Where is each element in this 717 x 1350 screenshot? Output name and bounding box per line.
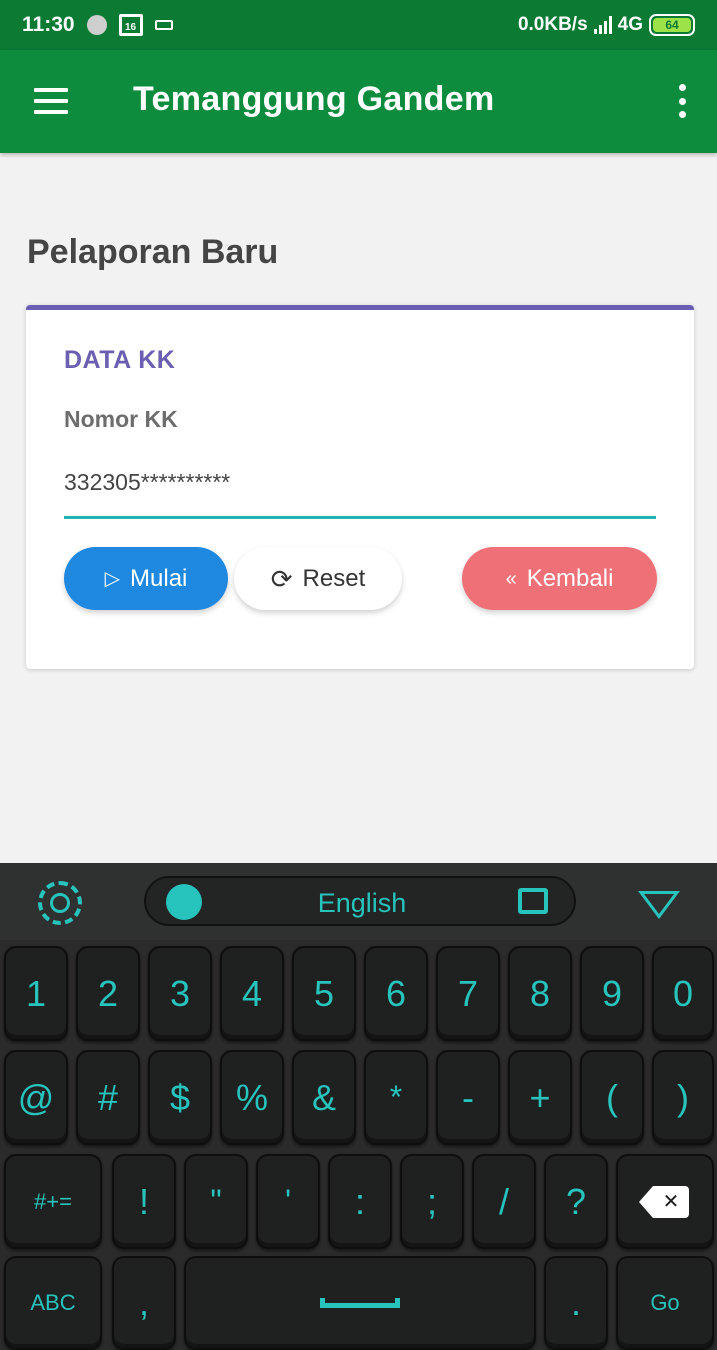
backspace-key[interactable] xyxy=(616,1154,714,1249)
key-3[interactable]: 3 xyxy=(148,946,212,1041)
rewind-icon: « xyxy=(505,567,517,590)
key-colon[interactable]: : xyxy=(328,1154,392,1249)
key-8[interactable]: 8 xyxy=(508,946,572,1041)
section-title: DATA KK xyxy=(64,346,176,374)
battery-level: 64 xyxy=(653,18,691,32)
nomor-kk-input[interactable]: 332305********** xyxy=(64,467,656,519)
home-notification-icon: 16 xyxy=(118,14,143,36)
hamburger-menu-icon[interactable] xyxy=(34,88,68,114)
data-kk-card: DATA KK Nomor KK 332305********** ▷ Mula… xyxy=(26,305,694,669)
signal-icon xyxy=(593,16,612,34)
key-comma[interactable]: , xyxy=(112,1256,176,1350)
page-title: Pelaporan Baru xyxy=(27,233,279,271)
key-close-paren[interactable]: ) xyxy=(652,1050,714,1145)
network-type: 4G xyxy=(617,14,643,35)
refresh-icon: ⟳ xyxy=(270,563,293,594)
go-key[interactable]: Go xyxy=(616,1256,714,1350)
key-plus[interactable]: + xyxy=(508,1050,572,1145)
app-bar: Temanggung Gandem xyxy=(0,50,717,153)
key-at[interactable]: @ xyxy=(4,1050,68,1145)
key-dollar[interactable]: $ xyxy=(148,1050,212,1145)
key-6[interactable]: 6 xyxy=(364,946,428,1041)
reset-button-label: Reset xyxy=(302,564,366,592)
space-key[interactable] xyxy=(184,1256,536,1350)
key-hash[interactable]: # xyxy=(76,1050,140,1145)
key-semicolon[interactable]: ; xyxy=(400,1154,464,1249)
status-right: 0.0KB/s 4G 64 xyxy=(518,14,695,36)
reset-button[interactable]: ⟳ Reset xyxy=(234,547,402,610)
more-options-icon[interactable] xyxy=(677,84,687,118)
back-button[interactable]: « Kembali xyxy=(462,547,657,610)
keyboard-language: English xyxy=(317,888,407,918)
key-percent[interactable]: % xyxy=(220,1050,284,1145)
key-0[interactable]: 0 xyxy=(652,946,714,1041)
app-title: Temanggung Gandem xyxy=(133,80,495,118)
status-left: 11:30 16 xyxy=(22,13,173,37)
space-icon xyxy=(320,1298,400,1308)
network-speed: 0.0KB/s xyxy=(517,14,588,35)
back-button-label: Kembali xyxy=(526,564,614,592)
backspace-icon xyxy=(639,1185,691,1218)
start-button[interactable]: ▷ Mulai xyxy=(64,547,228,610)
soft-keyboard: English 1 2 3 4 5 6 7 8 9 0 @ # $ % & * … xyxy=(0,863,717,1350)
key-4[interactable]: 4 xyxy=(220,946,284,1041)
battery-icon: 64 xyxy=(649,14,695,36)
key-1[interactable]: 1 xyxy=(4,946,68,1041)
start-button-label: Mulai xyxy=(130,564,188,592)
key-question[interactable]: ? xyxy=(544,1154,608,1249)
keyboard-settings-gear-icon[interactable] xyxy=(38,881,82,925)
play-icon: ▷ xyxy=(104,567,121,590)
key-minus[interactable]: - xyxy=(436,1050,500,1145)
nomor-kk-label: Nomor KK xyxy=(64,406,178,432)
key-ampersand[interactable]: & xyxy=(292,1050,356,1145)
status-time: 11:30 xyxy=(22,13,75,36)
key-abc[interactable]: ABC xyxy=(4,1256,102,1350)
language-bar[interactable]: English xyxy=(144,876,576,926)
key-slash[interactable]: / xyxy=(472,1154,536,1249)
key-double-quote[interactable]: " xyxy=(184,1154,248,1249)
key-single-quote[interactable]: ' xyxy=(256,1154,320,1249)
key-2[interactable]: 2 xyxy=(76,946,140,1041)
hide-keyboard-icon[interactable] xyxy=(638,891,680,919)
status-bar: 11:30 16 0.0KB/s 4G 64 xyxy=(0,0,717,50)
keyboard-toolbar: English xyxy=(0,863,717,940)
key-exclamation[interactable]: ! xyxy=(112,1154,176,1249)
key-5[interactable]: 5 xyxy=(292,946,356,1041)
home-badge: 16 xyxy=(125,22,137,33)
notification-dot-icon xyxy=(86,15,107,35)
keyboard-notification-icon xyxy=(154,20,173,30)
keyboard-resize-icon[interactable] xyxy=(518,888,548,914)
key-open-paren[interactable]: ( xyxy=(580,1050,644,1145)
key-period[interactable]: . xyxy=(544,1256,608,1350)
key-more-symbols[interactable]: #+= xyxy=(4,1154,102,1249)
key-9[interactable]: 9 xyxy=(580,946,644,1041)
key-asterisk[interactable]: * xyxy=(364,1050,428,1145)
key-7[interactable]: 7 xyxy=(436,946,500,1041)
